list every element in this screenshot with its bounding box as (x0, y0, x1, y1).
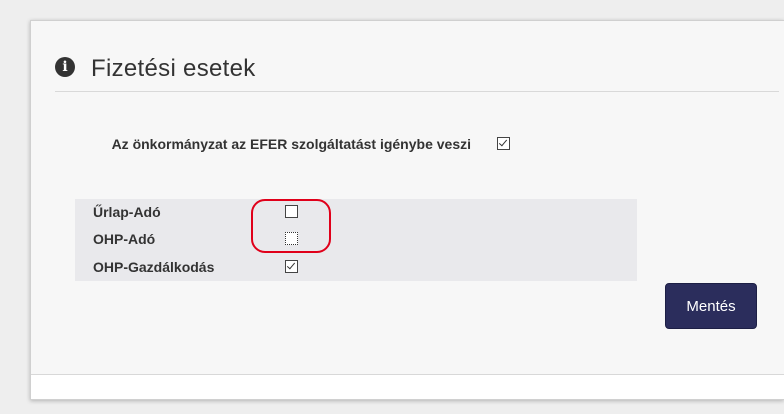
efer-label: Az önkormányzat az EFER szolgáltatást ig… (111, 136, 471, 152)
save-button[interactable]: Mentés (665, 283, 757, 329)
title-divider (55, 91, 779, 92)
sub-option-label-ohp-ado: OHP-Adó (93, 231, 156, 247)
panel-title: Fizetési esetek (91, 55, 256, 82)
sub-option-label-urlap-ado: Űrlap-Adó (93, 204, 161, 220)
sub-option-label-ohp-gazdalkodas: OHP-Gazdálkodás (93, 259, 215, 275)
panel-footer (31, 374, 784, 399)
checkmark-icon (498, 137, 508, 147)
checkmark-icon (286, 260, 296, 270)
payment-cases-panel: i Fizetési esetek Az önkormányzat az EFE… (30, 20, 784, 400)
red-highlight-annotation (251, 199, 331, 253)
ohp-gazdalkodas-checkbox[interactable] (285, 260, 298, 273)
efer-checkbox[interactable] (497, 137, 510, 150)
info-icon: i (55, 57, 75, 77)
